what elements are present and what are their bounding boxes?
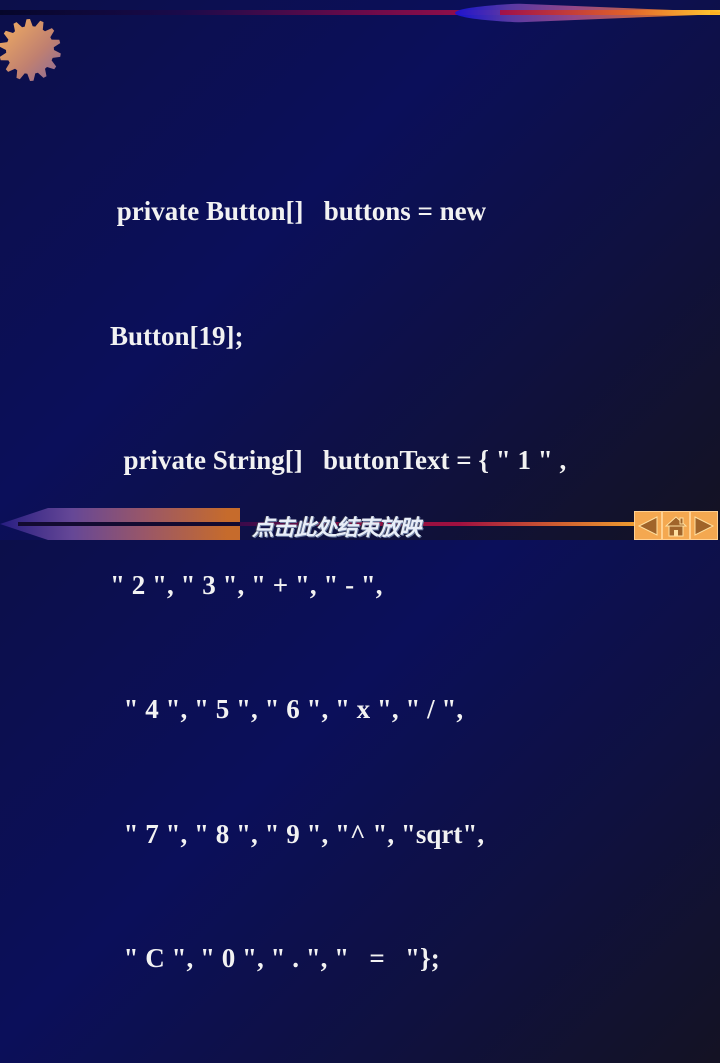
top-comet-core (500, 10, 710, 15)
home-button[interactable] (662, 511, 690, 540)
code-line: " 7 ", " 8 ", " 9 ", "^ ", "sqrt", (110, 818, 485, 849)
previous-button[interactable] (634, 511, 662, 540)
code-line: private Button[] buttons = new (110, 196, 487, 226)
bottom-comet-core (18, 522, 240, 526)
gear-shape (0, 19, 61, 81)
end-show-link[interactable]: 点击此处结束放映 (252, 510, 421, 542)
home-icon (665, 515, 687, 536)
slide: private Button[] buttons = new Button[19… (0, 0, 720, 973)
code-line: " 2 ", " 3 ", " + ", " - ", (110, 569, 383, 600)
code-line: " 4 ", " 5 ", " 6 ", " x ", " / ", (110, 694, 464, 724)
next-button[interactable] (690, 511, 718, 540)
code-line: " C ", " 0 ", " . ", " = "}; (110, 943, 440, 973)
code-line: Button[19]; (110, 320, 244, 351)
code-block: private Button[] buttons = new Button[19… (110, 108, 700, 1063)
triangle-left-icon (637, 515, 658, 536)
code-line: private String[] buttonText = { " 1 " , (110, 445, 567, 475)
gear-icon (0, 19, 61, 81)
navigation-bar (634, 511, 720, 540)
triangle-right-icon (694, 515, 715, 536)
